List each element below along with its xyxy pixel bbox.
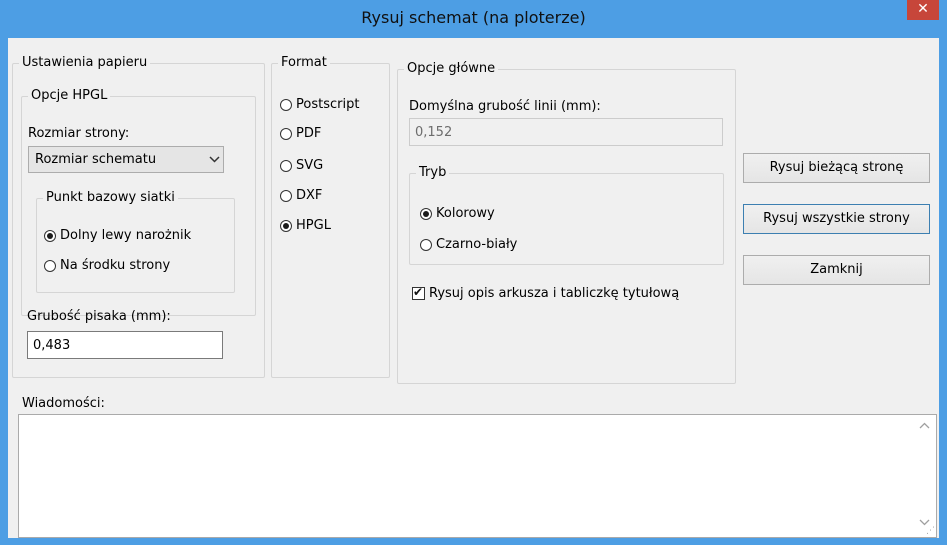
close-icon: ✕	[917, 1, 929, 17]
plot-current-page-button[interactable]: Rysuj bieżącą stronę	[743, 153, 930, 183]
mode-group: Tryb Kolorowy Czarno-biały	[409, 165, 724, 265]
radio-postscript-label: Postscript	[296, 97, 360, 112]
format-group: Format Postscript PDF SVG DXF HPGL	[271, 55, 390, 378]
line-width-label: Domyślna grubość linii (mm):	[409, 99, 601, 114]
mode-option-color[interactable]: Kolorowy	[420, 206, 495, 221]
radio-black-white-label: Czarno-biały	[436, 237, 518, 252]
radio-hpgl[interactable]	[280, 219, 292, 232]
window-title: Rysuj schemat (na ploterze)	[361, 8, 586, 27]
radio-pdf-label: PDF	[296, 126, 322, 141]
pen-width-input[interactable]: 0,483	[27, 331, 223, 359]
dialog-window: Rysuj schemat (na ploterze) ✕ Ustawienia…	[0, 0, 947, 545]
line-width-input[interactable]: 0,152	[409, 118, 723, 146]
title-bar[interactable]: Rysuj schemat (na ploterze) ✕	[0, 0, 947, 36]
scroll-up-icon[interactable]	[919, 421, 930, 432]
radio-pdf[interactable]	[280, 127, 292, 140]
radio-page-center-label: Na środku strony	[60, 258, 171, 273]
page-size-label: Rozmiar strony:	[28, 126, 130, 141]
radio-color-label: Kolorowy	[436, 206, 495, 221]
paper-settings-legend: Ustawienia papieru	[19, 55, 151, 70]
format-option-hpgl[interactable]: HPGL	[280, 218, 331, 233]
messages-label: Wiadomości:	[22, 396, 105, 411]
radio-page-center[interactable]	[44, 259, 56, 272]
radio-dxf[interactable]	[280, 189, 292, 202]
pen-width-value: 0,483	[33, 337, 71, 353]
line-width-value: 0,152	[415, 124, 453, 140]
radio-bottom-left-label: Dolny lewy narożnik	[60, 228, 192, 243]
dialog-client-area: Ustawienia papieru Opcje HPGL Rozmiar st…	[8, 38, 939, 538]
mode-legend: Tryb	[416, 165, 450, 180]
radio-black-white[interactable]	[420, 238, 432, 251]
radio-svg[interactable]	[280, 159, 292, 172]
frame-checkbox-row[interactable]: ✔ Rysuj opis arkusza i tabliczkę tytułow…	[412, 285, 680, 301]
radio-dxf-label: DXF	[296, 188, 323, 203]
page-size-select[interactable]: Rozmiar schematu	[28, 146, 224, 173]
format-option-pdf[interactable]: PDF	[280, 126, 321, 141]
radio-postscript[interactable]	[280, 98, 292, 111]
pen-width-label: Grubość pisaka (mm):	[27, 309, 171, 324]
format-option-svg[interactable]: SVG	[280, 158, 323, 173]
grid-origin-legend: Punkt bazowy siatki	[43, 190, 178, 205]
close-button[interactable]: Zamknij	[743, 255, 930, 285]
paper-settings-group: Ustawienia papieru Opcje HPGL Rozmiar st…	[12, 55, 265, 378]
main-options-group: Opcje główne Domyślna grubość linii (mm)…	[397, 61, 736, 384]
checkmark-icon: ✔	[413, 285, 424, 299]
format-legend: Format	[278, 55, 330, 70]
format-option-dxf[interactable]: DXF	[280, 188, 322, 203]
resize-grip-icon[interactable]: ⋰	[926, 526, 935, 536]
radio-color[interactable]	[420, 207, 432, 220]
hpgl-options-legend: Opcje HPGL	[28, 88, 111, 103]
close-window-button[interactable]: ✕	[907, 0, 939, 20]
mode-option-black-white[interactable]: Czarno-biały	[420, 237, 517, 252]
main-options-legend: Opcje główne	[404, 61, 499, 76]
format-option-postscript[interactable]: Postscript	[280, 97, 359, 112]
chevron-down-icon	[205, 153, 223, 166]
frame-checkbox[interactable]: ✔	[412, 285, 425, 300]
plot-all-pages-button[interactable]: Rysuj wszystkie strony	[743, 204, 930, 234]
hpgl-options-group: Opcje HPGL Rozmiar strony: Rozmiar schem…	[21, 88, 256, 316]
page-size-selected-value: Rozmiar schematu	[35, 152, 157, 167]
radio-svg-label: SVG	[296, 158, 324, 173]
radio-bottom-left[interactable]	[44, 229, 56, 242]
grid-origin-group: Punkt bazowy siatki Dolny lewy narożnik …	[36, 190, 235, 293]
radio-hpgl-label: HPGL	[296, 218, 331, 233]
frame-checkbox-label: Rysuj opis arkusza i tabliczkę tytułową	[429, 286, 680, 301]
grid-origin-option-center[interactable]: Na środku strony	[44, 258, 170, 273]
grid-origin-option-bottom-left[interactable]: Dolny lewy narożnik	[44, 228, 191, 243]
messages-textarea[interactable]: ⋰	[18, 414, 937, 538]
